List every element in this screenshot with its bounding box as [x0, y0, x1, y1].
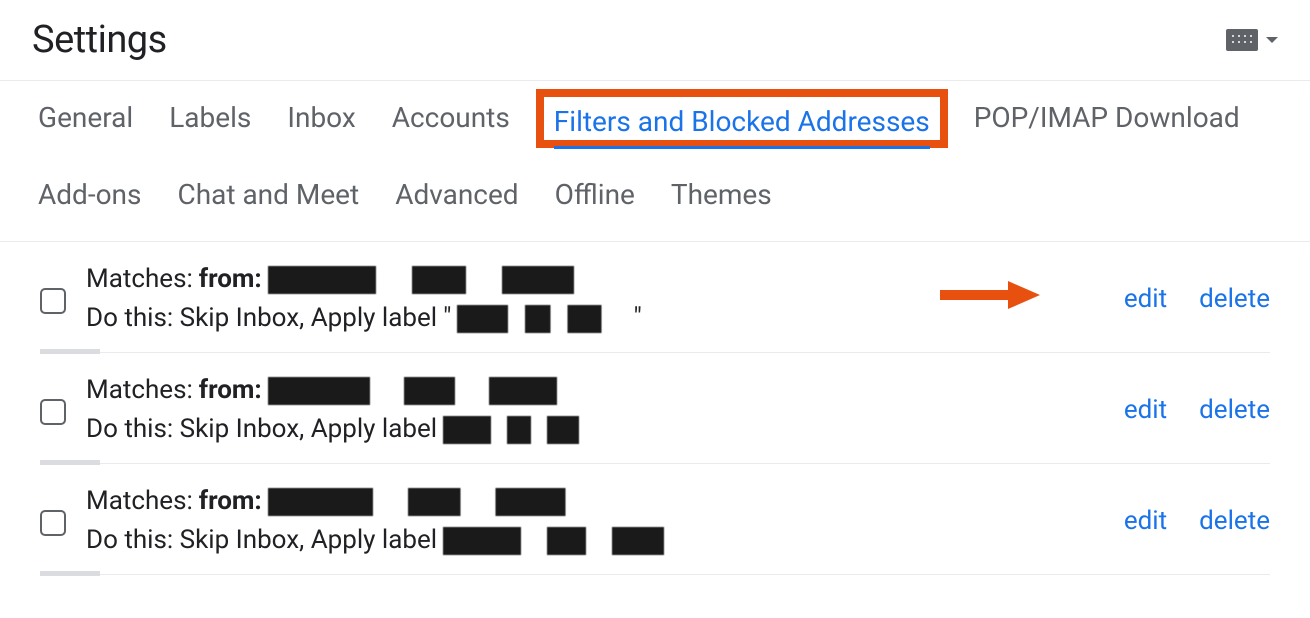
keyboard-icon: [1226, 29, 1258, 51]
from-label: from:: [199, 260, 262, 299]
edit-link[interactable]: edit: [1124, 395, 1167, 425]
filter-row: Matches: from: Do this: Skip Inbox, Appl…: [40, 353, 1270, 464]
do-this-label: Do this: Skip Inbox, Apply label: [86, 410, 437, 449]
tab-offline[interactable]: Offline: [555, 178, 635, 219]
filter-checkbox[interactable]: [40, 399, 66, 425]
tab-advanced[interactable]: Advanced: [395, 178, 518, 219]
redacted-from-value: [268, 266, 628, 294]
redacted-from-value: [268, 377, 608, 405]
annotation-arrow: [940, 279, 1040, 315]
chevron-down-icon: [1266, 37, 1278, 43]
delete-link[interactable]: delete: [1199, 395, 1270, 425]
matches-label: Matches:: [86, 260, 193, 299]
matches-label: Matches:: [86, 482, 193, 521]
tab-labels[interactable]: Labels: [169, 101, 251, 142]
redacted-from-value: [268, 488, 618, 516]
matches-label: Matches:: [86, 371, 193, 410]
do-this-label: Do this: Skip Inbox, Apply label: [86, 299, 437, 338]
filter-actions: edit delete: [1124, 506, 1270, 536]
settings-header: Settings: [0, 0, 1310, 81]
annotation-highlight-box: Filters and Blocked Addresses: [536, 89, 948, 148]
tab-general[interactable]: General: [38, 101, 133, 142]
edit-link[interactable]: edit: [1124, 284, 1167, 314]
tab-inbox[interactable]: Inbox: [287, 101, 355, 142]
tab-addons[interactable]: Add-ons: [38, 178, 141, 219]
filters-list: Matches: from: Do this: Skip Inbox, Appl…: [0, 242, 1310, 575]
edit-link[interactable]: edit: [1124, 506, 1167, 536]
redacted-label-value: [443, 527, 703, 555]
redacted-label-value: [443, 416, 603, 444]
settings-tabs: General Labels Inbox Accounts Filters an…: [0, 81, 1310, 242]
filter-content: Matches: from: Do this: Skip Inbox, Appl…: [86, 371, 1104, 449]
input-tools-dropdown[interactable]: [1226, 29, 1278, 51]
tab-themes[interactable]: Themes: [671, 178, 772, 219]
redacted-label-value: [457, 305, 627, 333]
filter-row: Matches: from: Do this: Skip Inbox, Appl…: [40, 242, 1270, 353]
filter-actions: edit delete: [1124, 395, 1270, 425]
filter-row: Matches: from: Do this: Skip Inbox, Appl…: [40, 464, 1270, 575]
tab-pop-imap[interactable]: POP/IMAP Download: [974, 101, 1240, 142]
from-label: from:: [199, 371, 262, 410]
filter-content: Matches: from: Do this: Skip Inbox, Appl…: [86, 482, 1104, 560]
arrow-icon: [940, 279, 1040, 311]
filter-checkbox[interactable]: [40, 510, 66, 536]
delete-link[interactable]: delete: [1199, 506, 1270, 536]
from-label: from:: [199, 482, 262, 521]
do-this-label: Do this: Skip Inbox, Apply label: [86, 521, 437, 560]
tab-chat-meet[interactable]: Chat and Meet: [177, 178, 359, 219]
filter-actions: edit delete: [1124, 284, 1270, 314]
tab-accounts[interactable]: Accounts: [392, 101, 510, 142]
filter-checkbox[interactable]: [40, 288, 66, 314]
tab-filters-blocked[interactable]: Filters and Blocked Addresses: [554, 105, 930, 149]
delete-link[interactable]: delete: [1199, 284, 1270, 314]
page-title: Settings: [32, 18, 167, 62]
